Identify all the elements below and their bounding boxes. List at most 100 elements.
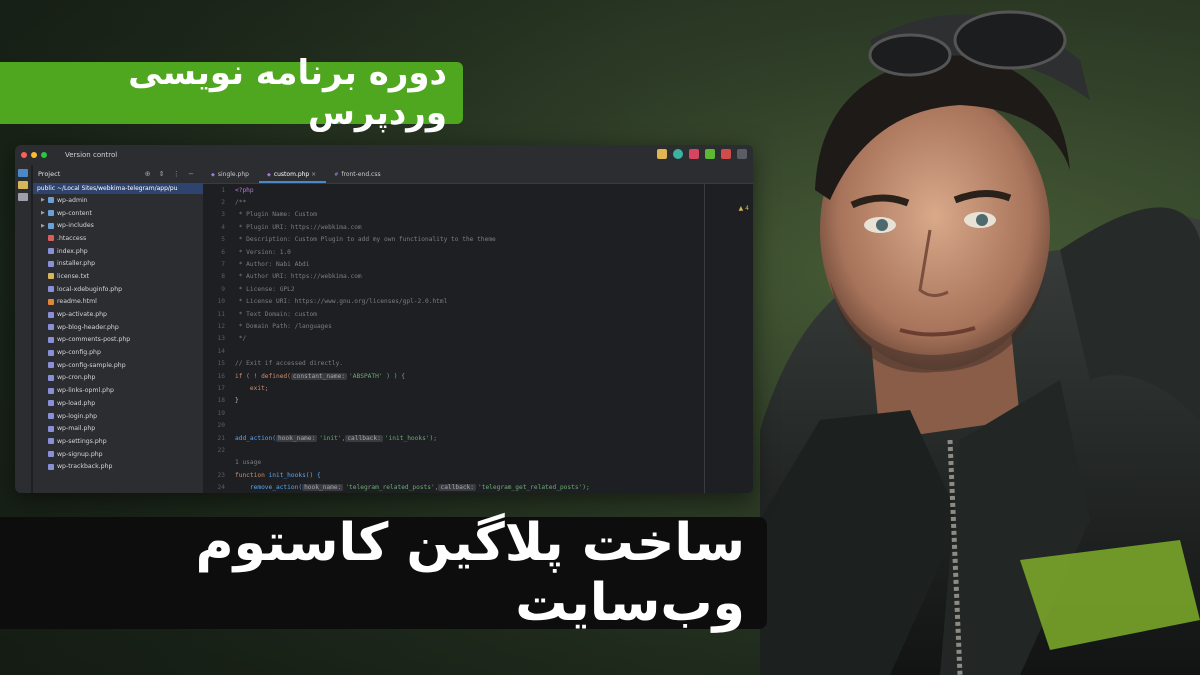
php-file-icon	[48, 387, 54, 394]
tree-item-label: local-xdebuginfo.php	[57, 285, 123, 293]
debug-icon[interactable]	[721, 149, 731, 159]
tree-item-label: wp-activate.php	[57, 311, 107, 319]
version-control-menu[interactable]: Version control	[65, 151, 117, 159]
tree-item[interactable]: wp-activate.php	[33, 308, 203, 321]
code-area[interactable]: 1 <?php 2/** 3 * Plugin Name: Custom 4 * …	[203, 184, 693, 493]
tree-item[interactable]: ▶ wp-admin	[33, 194, 203, 207]
php-file-icon	[48, 311, 54, 318]
tree-item[interactable]: wp-comments-post.php	[33, 334, 203, 347]
folder-file-icon	[48, 197, 54, 204]
maximize-dot[interactable]	[41, 152, 47, 158]
tree-item[interactable]: index.php	[33, 245, 203, 258]
tab-label: front-end.css	[341, 171, 381, 178]
project-tool-icon[interactable]	[18, 169, 28, 177]
main-title: ساخت پلاگین کاستوم وب‌سایت	[195, 513, 745, 633]
code-line: 23 function init_hooks() {	[217, 471, 321, 479]
tree-item[interactable]: wp-settings.php	[33, 435, 203, 448]
tab-label: single.php	[217, 171, 249, 178]
phone-icon[interactable]	[689, 149, 699, 159]
tree-item-label: wp-config.php	[57, 349, 101, 357]
panel-controls-icon[interactable]: ⊕ ⇕ ⋮ −	[145, 170, 197, 178]
tab-front-end-css[interactable]: # front-end.css	[326, 171, 390, 183]
tree-item-label: wp-config-sample.php	[57, 361, 126, 369]
tree-item-label: wp-cron.php	[57, 374, 96, 382]
code-line: 13 */	[217, 335, 247, 343]
close-tab-icon[interactable]: ×	[309, 171, 316, 178]
close-dot[interactable]	[21, 152, 27, 158]
tree-item[interactable]: readme.html	[33, 296, 203, 309]
editor-pane: ◆ single.php ◆ custom.php × # front-end.css ▲…	[203, 165, 753, 493]
code-line: 19	[217, 409, 225, 417]
inspection-widget[interactable]: ▲ 4	[739, 205, 749, 212]
expand-arrow-icon[interactable]: ▶	[41, 210, 48, 216]
code-line: 4 * Plugin URI: https://webkima.com	[221, 223, 362, 231]
folder-file-icon	[48, 222, 54, 229]
tab-custom-php[interactable]: ◆ custom.php ×	[258, 171, 327, 183]
tab-label: custom.php	[273, 171, 310, 178]
html-file-icon	[48, 298, 54, 305]
php-file-icon	[48, 400, 54, 407]
code-line: 18}	[217, 397, 239, 405]
more-tools-icon[interactable]	[18, 193, 28, 201]
tree-item-label: wp-comments-post.php	[57, 336, 131, 344]
tree-item[interactable]: wp-trackback.php	[33, 460, 203, 473]
stop-icon[interactable]	[737, 149, 747, 159]
tree-item-label: index.php	[57, 247, 88, 255]
tree-item-label: wp-load.php	[57, 399, 96, 407]
tree-root[interactable]: public ~/Local Sites/webkima-telegram/ap…	[33, 183, 203, 194]
code-line: 9 * License: GPL2	[221, 285, 295, 293]
php-file-icon	[48, 248, 54, 255]
tree-item[interactable]: ▶ wp-content	[33, 207, 203, 220]
users-icon[interactable]	[657, 149, 667, 159]
tree-item[interactable]: wp-login.php	[33, 410, 203, 423]
code-line: 14	[217, 347, 225, 355]
course-tag-text: دوره برنامه نویسی وردپرس	[128, 53, 447, 133]
code-line: 7 * Author: Nabi Abdi	[221, 261, 310, 269]
txt-file-icon	[48, 273, 54, 280]
php-file-icon: ◆	[211, 172, 215, 178]
file-tree: ▶ wp-admin ▶ wp-content ▶ wp-includes .htacces…	[33, 194, 203, 473]
tree-item[interactable]: license.txt	[33, 270, 203, 283]
tree-item[interactable]: wp-signup.php	[33, 448, 203, 461]
tree-item[interactable]: wp-mail.php	[33, 422, 203, 435]
tree-item[interactable]: .htaccess	[33, 232, 203, 245]
tree-item-label: installer.php	[57, 260, 96, 268]
tab-single-php[interactable]: ◆ single.php	[203, 171, 259, 183]
expand-arrow-icon[interactable]: ▶	[41, 197, 48, 203]
tree-item-label: wp-login.php	[57, 412, 98, 420]
code-line: 11 * Text Domain: custom	[217, 310, 317, 318]
ide-window: Version control Project ⊕ ⇕ ⋮ − public ~…	[15, 145, 753, 493]
php-file-icon	[48, 425, 54, 432]
tree-item[interactable]: wp-config.php	[33, 346, 203, 359]
tree-item[interactable]: wp-blog-header.php	[33, 321, 203, 334]
tree-item-label: wp-includes	[57, 222, 94, 230]
tree-item[interactable]: local-xdebuginfo.php	[33, 283, 203, 296]
usage-hint: 1 usage	[235, 459, 262, 467]
tree-item[interactable]: wp-load.php	[33, 397, 203, 410]
tree-item-label: license.txt	[57, 272, 90, 280]
record-icon[interactable]	[673, 149, 683, 159]
code-line: 22	[217, 446, 225, 454]
tree-item[interactable]: installer.php	[33, 257, 203, 270]
tree-item[interactable]: ▶ wp-includes	[33, 219, 203, 232]
code-line: 5 * Description: Custom Plugin to add my…	[221, 236, 496, 244]
editor-right-border	[704, 184, 705, 493]
tree-item[interactable]: wp-links-opml.php	[33, 384, 203, 397]
expand-arrow-icon[interactable]: ▶	[41, 223, 48, 229]
title-banner: ساخت پلاگین کاستوم وب‌سایت	[0, 513, 767, 633]
code-line: 12 * Domain Path: /languages	[217, 322, 332, 330]
project-label[interactable]: Project	[38, 170, 60, 178]
code-line: 1 <?php	[221, 186, 254, 194]
code-line: 8 * Author URI: https://webkima.com	[221, 273, 362, 281]
tree-item[interactable]: wp-config-sample.php	[33, 359, 203, 372]
project-panel: Project ⊕ ⇕ ⋮ − public ~/Local Sites/web…	[33, 165, 203, 493]
run-icon[interactable]	[705, 149, 715, 159]
tree-item-label: wp-trackback.php	[57, 463, 113, 471]
tree-item-label: readme.html	[57, 298, 97, 306]
tree-item[interactable]: wp-cron.php	[33, 372, 203, 385]
structure-tool-icon[interactable]	[18, 181, 28, 189]
minimize-dot[interactable]	[31, 152, 37, 158]
php-file-icon	[48, 413, 54, 420]
code-line: 6 * Version: 1.0	[221, 248, 291, 256]
editor-tabs: ◆ single.php ◆ custom.php × # front-end.css	[203, 165, 753, 184]
